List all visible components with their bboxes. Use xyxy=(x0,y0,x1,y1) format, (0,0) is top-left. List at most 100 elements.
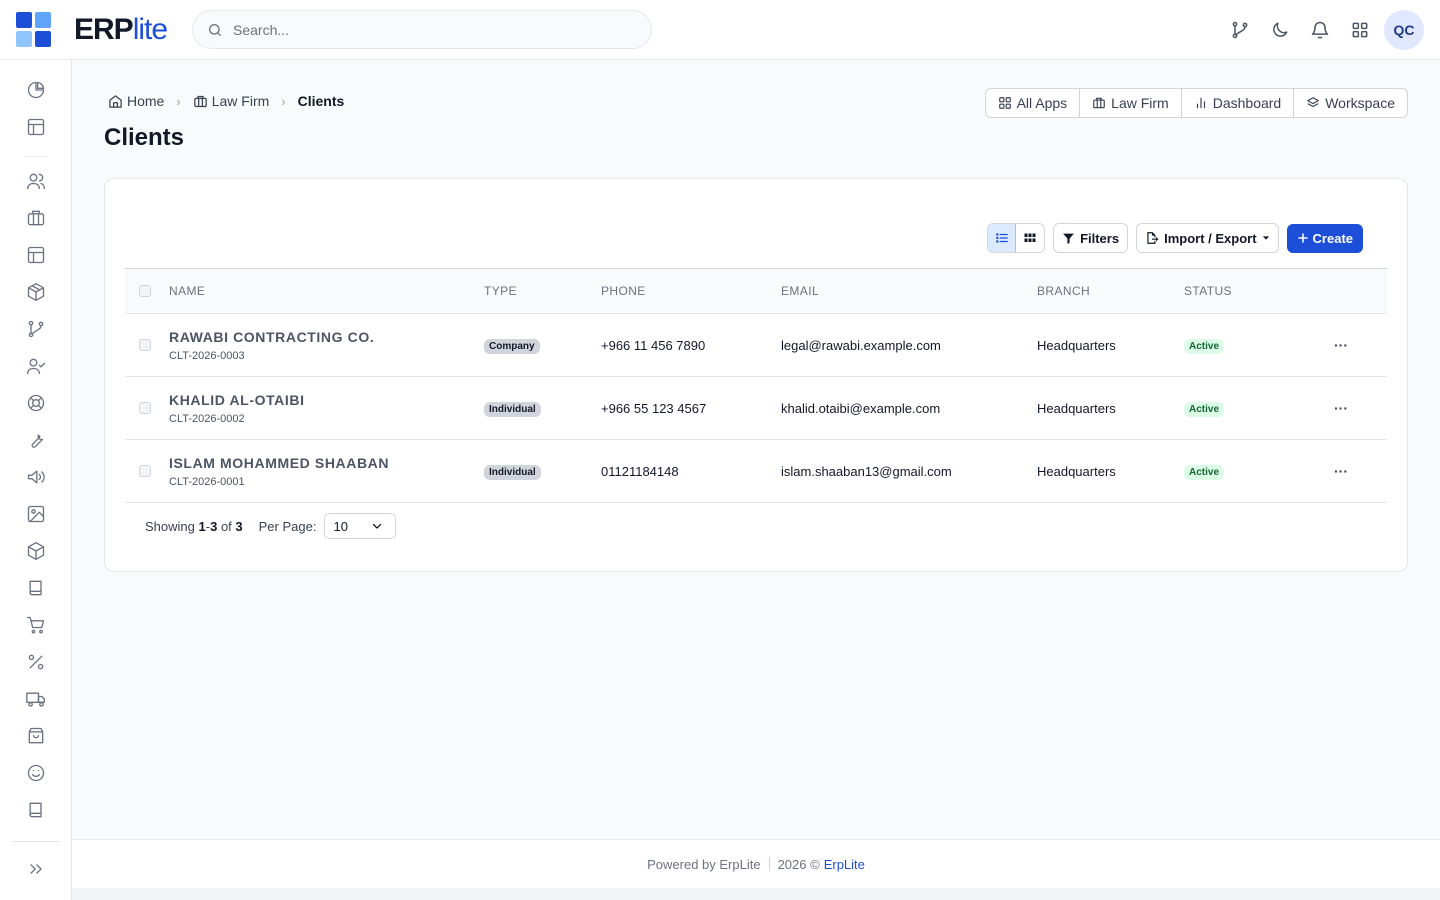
column-header-phone[interactable]: Phone xyxy=(601,269,781,314)
bar-chart-icon xyxy=(1194,96,1208,110)
table-toolbar: Filters Import / Export Create xyxy=(987,223,1363,253)
percent-icon[interactable] xyxy=(26,652,46,672)
moon-icon[interactable] xyxy=(1260,10,1300,50)
table-header-row: Name Type Phone Email Branch Status xyxy=(125,268,1387,314)
client-phone: 01121184148 xyxy=(601,463,679,479)
breadcrumb-separator: › xyxy=(281,93,286,109)
pie-chart-icon[interactable] xyxy=(26,80,46,100)
column-header-email[interactable]: Email xyxy=(781,269,1037,314)
layout-icon[interactable] xyxy=(26,117,46,137)
row-actions-icon[interactable]: ··· xyxy=(1334,463,1348,479)
truck-icon[interactable] xyxy=(26,689,46,709)
wrench-icon[interactable] xyxy=(26,430,46,450)
app-logo[interactable]: ERPlite xyxy=(16,12,168,48)
view-toggle xyxy=(987,223,1046,253)
list-view-button[interactable] xyxy=(988,224,1017,252)
type-badge: Company xyxy=(484,338,540,354)
briefcase-icon xyxy=(193,94,208,109)
column-header-type[interactable]: Type xyxy=(484,269,601,314)
megaphone-icon[interactable] xyxy=(26,467,46,487)
bell-icon[interactable] xyxy=(1300,10,1340,50)
breadcrumb-law-firm[interactable]: Law Firm xyxy=(193,93,269,109)
expand-sidebar-icon[interactable] xyxy=(26,859,46,879)
row-actions-icon[interactable]: ··· xyxy=(1334,337,1348,353)
users-icon[interactable] xyxy=(26,171,46,191)
clients-table: Name Type Phone Email Branch Status RAWA… xyxy=(125,268,1387,503)
apps-grid-icon[interactable] xyxy=(1340,10,1380,50)
create-button[interactable]: Create xyxy=(1286,223,1363,253)
grid-icon xyxy=(1024,232,1036,244)
briefcase-icon[interactable] xyxy=(26,208,46,228)
list-icon xyxy=(995,231,1009,245)
clients-card: Filters Import / Export Create Name Type xyxy=(104,178,1408,572)
footer-link[interactable]: ErpLite xyxy=(824,857,865,872)
table-row[interactable]: RAWABI CONTRACTING CO. CLT-2026-0003 Com… xyxy=(125,314,1387,377)
type-badge: Individual xyxy=(484,401,541,417)
total-count: 3 xyxy=(235,518,243,534)
grid-view-button[interactable] xyxy=(1016,224,1044,252)
row-checkbox[interactable] xyxy=(139,339,151,351)
per-page-select[interactable]: 10 xyxy=(324,513,397,539)
breadcrumb-current: Clients xyxy=(297,93,345,109)
import-export-button[interactable]: Import / Export xyxy=(1136,223,1279,253)
client-name[interactable]: ISLAM MOHAMMED SHAABAN xyxy=(169,455,484,471)
dashboard-button[interactable]: Dashboard xyxy=(1182,89,1295,117)
logo-mark-icon xyxy=(16,12,54,48)
breadcrumb-home[interactable]: Home xyxy=(108,93,164,109)
law-firm-label: Law Firm xyxy=(1111,95,1169,111)
client-email: legal@rawabi.example.com xyxy=(781,337,941,353)
box-icon[interactable] xyxy=(26,541,46,561)
row-actions-icon[interactable]: ··· xyxy=(1334,400,1348,416)
git-branch-icon[interactable] xyxy=(26,319,46,339)
showing-label: Showing xyxy=(145,518,195,534)
book-icon[interactable] xyxy=(26,578,46,598)
client-phone: +966 55 123 4567 xyxy=(601,400,707,416)
per-page-value: 10 xyxy=(333,518,348,534)
home-icon xyxy=(108,94,123,109)
column-header-branch[interactable]: Branch xyxy=(1037,269,1184,314)
plus-icon xyxy=(1297,232,1309,244)
layout-icon[interactable] xyxy=(26,245,46,265)
workspace-button[interactable]: Workspace xyxy=(1294,89,1407,117)
user-check-icon[interactable] xyxy=(26,356,46,376)
client-phone: +966 11 456 7890 xyxy=(601,337,706,353)
smile-icon[interactable] xyxy=(26,763,46,783)
lifebuoy-icon[interactable] xyxy=(26,393,46,413)
briefcase-icon xyxy=(1092,96,1106,110)
status-badge: Active xyxy=(1184,401,1225,417)
filters-button[interactable]: Filters xyxy=(1053,223,1129,253)
global-search[interactable] xyxy=(192,10,652,49)
file-export-icon xyxy=(1145,231,1159,245)
status-badge: Active xyxy=(1184,338,1225,354)
logo-text: ERPlite xyxy=(74,13,168,46)
user-avatar[interactable]: QC xyxy=(1384,10,1424,50)
footer: Powered by ErpLite 2026 © ErpLite xyxy=(72,839,1440,888)
client-name[interactable]: KHALID AL-OTAIBI xyxy=(169,392,484,408)
all-apps-button[interactable]: All Apps xyxy=(986,89,1081,117)
table-row[interactable]: ISLAM MOHAMMED SHAABAN CLT-2026-0001 Ind… xyxy=(125,440,1387,503)
column-header-name[interactable]: Name xyxy=(169,269,484,314)
select-all-checkbox[interactable] xyxy=(139,285,151,297)
sidebar-divider xyxy=(24,156,48,157)
filters-label: Filters xyxy=(1080,230,1120,246)
image-icon[interactable] xyxy=(26,504,46,524)
table-row[interactable]: KHALID AL-OTAIBI CLT-2026-0002 Individua… xyxy=(125,377,1387,440)
shopping-bag-icon[interactable] xyxy=(26,726,46,746)
per-page-label: Per Page: xyxy=(258,518,317,534)
column-header-status[interactable]: Status xyxy=(1184,269,1334,314)
git-branch-icon[interactable] xyxy=(1220,10,1260,50)
book-icon[interactable] xyxy=(26,800,46,820)
apps-grid-icon xyxy=(998,96,1012,110)
client-name[interactable]: RAWABI CONTRACTING CO. xyxy=(169,329,484,345)
top-header: ERPlite QC xyxy=(0,0,1440,60)
client-branch: Headquarters xyxy=(1037,337,1116,353)
page-title: Clients xyxy=(104,124,185,151)
law-firm-button[interactable]: Law Firm xyxy=(1080,89,1182,117)
row-checkbox[interactable] xyxy=(139,402,151,414)
search-input[interactable] xyxy=(233,21,613,38)
workspace-label: Workspace xyxy=(1325,95,1395,111)
package-icon[interactable] xyxy=(26,282,46,302)
row-checkbox[interactable] xyxy=(139,465,151,477)
bottom-strip xyxy=(72,888,1440,900)
cart-icon[interactable] xyxy=(26,615,46,635)
